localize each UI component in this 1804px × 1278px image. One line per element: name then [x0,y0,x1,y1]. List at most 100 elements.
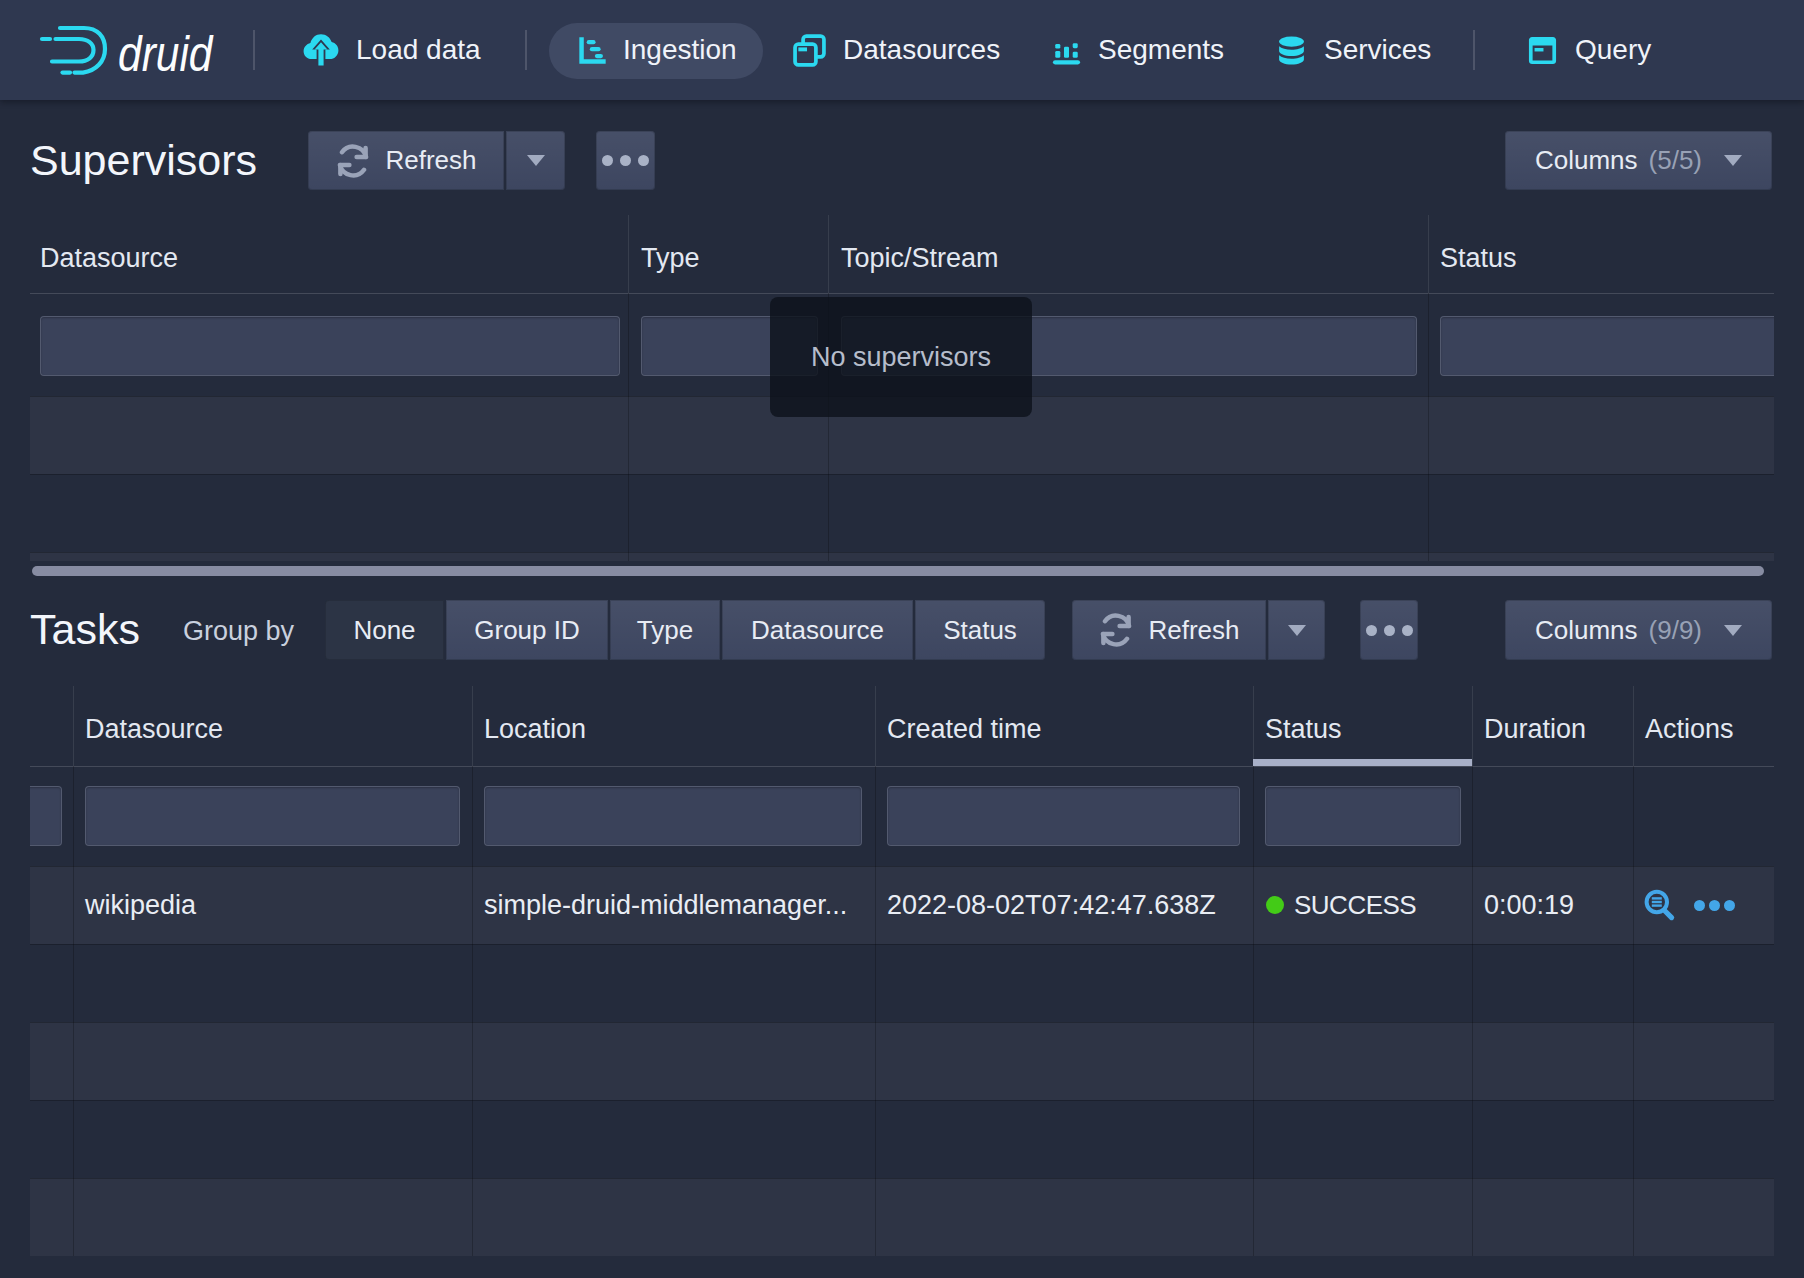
group-by-option-label: Status [943,615,1017,646]
column-border [1253,686,1254,766]
navbar: druid Load data Ingestion [0,0,1804,100]
column-border [1633,686,1634,766]
group-by-option-label: Datasource [751,615,884,646]
column-header-status[interactable]: Status [1265,714,1342,745]
tasks-refresh-button[interactable]: Refresh [1072,600,1266,660]
filter-input-location[interactable] [484,786,862,846]
cell-duration[interactable]: 0:00:19 [1484,890,1574,921]
row-border [30,1022,1774,1023]
nav-item-label: Load data [356,34,481,66]
filter-input-status[interactable] [1265,786,1461,846]
nav-item-load-data[interactable]: Load data [303,0,481,100]
more-actions-dot [1724,900,1735,911]
filter-input-status[interactable] [1440,316,1774,376]
row-border [30,474,1774,475]
refresh-label: Refresh [385,145,476,176]
column-header-topic-stream[interactable]: Topic/Stream [841,243,999,274]
cell-actions [1642,888,1735,922]
group-by-datasource-button[interactable]: Datasource [722,600,913,660]
columns-count: (9/9) [1649,615,1702,646]
sort-indicator [1253,759,1472,766]
chevron-down-icon [1724,625,1742,636]
gantt-chart-icon [577,35,608,66]
columns-count: (5/5) [1649,145,1702,176]
cell-created-time[interactable]: 2022-08-02T07:42:47.638Z [887,890,1216,921]
supervisors-columns-button[interactable]: Columns (5/5) [1505,131,1772,190]
brand-wordmark: druid [118,25,213,83]
column-border [628,293,629,561]
table-row [30,1022,1774,1100]
nav-item-label: Query [1575,34,1651,66]
group-by-status-button[interactable]: Status [915,600,1045,660]
column-header-type[interactable]: Type [641,243,700,274]
row-border [30,1178,1774,1179]
nav-item-label: Segments [1098,34,1224,66]
nav-item-ingestion[interactable]: Ingestion [577,0,737,100]
nav-item-datasources[interactable]: Datasources [793,0,1000,100]
supervisors-refresh-button[interactable]: Refresh [308,131,504,190]
nav-separator [1473,30,1475,70]
nav-item-services[interactable]: Services [1276,0,1431,100]
empty-message: No supervisors [811,342,991,373]
tasks-more-button[interactable] [1360,600,1418,660]
column-header-created-time[interactable]: Created time [887,714,1042,745]
column-border [828,215,829,293]
column-header-actions[interactable]: Actions [1645,714,1734,745]
column-header-status[interactable]: Status [1440,243,1517,274]
filter-input-datasource[interactable] [85,786,460,846]
row-border [30,866,1774,867]
nav-item-query[interactable]: Query [1527,0,1651,100]
column-header-location[interactable]: Location [484,714,586,745]
column-header-datasource[interactable]: Datasource [40,243,178,274]
applications-icon [793,34,826,67]
column-border [73,766,74,1256]
tasks-refresh-dropdown-button[interactable] [1268,600,1325,660]
filter-input-datasource[interactable] [40,316,620,376]
cloud-upload-icon [303,31,339,69]
horizontal-scrollbar[interactable] [32,566,1764,576]
column-header-duration[interactable]: Duration [1484,714,1586,745]
tasks-columns-button[interactable]: Columns (9/9) [1505,600,1772,660]
supervisors-refresh-dropdown-button[interactable] [506,131,565,190]
row-border [30,944,1774,945]
supervisors-table: Datasource Type Topic/Stream Status No s… [30,215,1774,580]
status-success-dot [1266,896,1284,914]
group-by-none-button[interactable]: None [325,600,444,660]
more-icon-dot [602,155,613,166]
group-by-option-label: Group ID [474,615,580,646]
task-detail-icon[interactable] [1642,888,1676,922]
more-icon-dot [1366,625,1377,636]
group-by-option-label: None [353,615,415,646]
nav-separator [253,30,255,70]
cell-datasource[interactable]: wikipedia [85,890,196,921]
filter-input-task-id[interactable] [30,786,62,846]
column-border [73,686,74,766]
chevron-down-icon [527,155,545,166]
column-border [1472,686,1473,766]
nav-item-segments[interactable]: Segments [1051,0,1224,100]
row-border [30,552,1774,553]
column-header-datasource[interactable]: Datasource [85,714,223,745]
column-border [1472,766,1473,1256]
columns-label: Columns [1535,145,1638,176]
cell-location[interactable]: simple-druid-middlemanager... [484,890,847,921]
filter-input-created-time[interactable] [887,786,1240,846]
refresh-icon [1098,612,1134,648]
group-by-group-id-button[interactable]: Group ID [446,600,608,660]
task-more-actions-icon[interactable] [1694,900,1735,911]
more-icon-dot [638,155,649,166]
columns-label: Columns [1535,615,1638,646]
nav-item-label: Services [1324,34,1431,66]
column-border [628,215,629,293]
supervisors-more-button[interactable] [596,131,655,190]
group-by-type-button[interactable]: Type [610,600,720,660]
more-actions-dot [1709,900,1720,911]
refresh-icon [335,143,371,179]
no-supervisors-overlay: No supervisors [770,297,1032,417]
table-row [30,1178,1774,1256]
table-row [30,552,1774,561]
cell-status[interactable]: SUCCESS [1294,890,1416,921]
more-icon-dot [620,155,631,166]
druid-logo[interactable]: druid [34,22,110,80]
column-border [875,686,876,766]
